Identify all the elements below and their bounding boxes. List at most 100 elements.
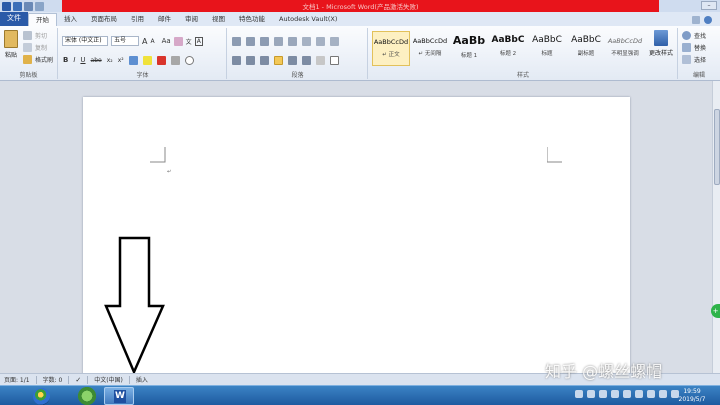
char-shading-icon[interactable] <box>170 55 180 65</box>
tab-page-layout[interactable]: 页面布局 <box>84 13 124 26</box>
bold-button[interactable]: B <box>63 56 68 64</box>
paste-button[interactable]: 粘贴 <box>3 30 19 59</box>
find-button[interactable]: 查找 <box>682 30 706 40</box>
scrollbar-thumb[interactable] <box>714 109 720 185</box>
font-size-combo[interactable]: 五号 <box>111 36 139 46</box>
align-right-icon[interactable] <box>260 55 269 65</box>
tab-mailings[interactable]: 邮件 <box>151 13 178 26</box>
save-icon[interactable] <box>13 1 22 11</box>
character-border-button[interactable]: A <box>194 36 203 46</box>
word-taskbar-button[interactable]: W <box>104 387 134 405</box>
network-icon[interactable] <box>611 390 619 398</box>
font-name-combo[interactable]: 宋体 (中文正) <box>62 36 108 46</box>
superscript-button[interactable]: x² <box>118 57 124 64</box>
style-normal[interactable]: AaBbCcDd ↵ 正文 <box>372 31 410 66</box>
subscript-button[interactable]: x₂ <box>107 57 113 64</box>
help-icon[interactable] <box>704 15 712 24</box>
scissors-icon <box>23 30 32 40</box>
tab-file[interactable]: 文件 <box>0 12 28 26</box>
tray-icon[interactable] <box>587 390 595 398</box>
shrink-font-button[interactable]: A <box>150 38 154 45</box>
clipboard-group-label: 剪贴板 <box>19 72 38 79</box>
paragraph-group: 段落 <box>228 28 368 79</box>
style-sample: AaBbCcDd <box>412 37 448 45</box>
align-left-icon[interactable] <box>232 55 241 65</box>
browser-taskbar-icon[interactable] <box>75 387 99 405</box>
replace-label: 替换 <box>694 44 707 52</box>
tab-references[interactable]: 引用 <box>124 13 151 26</box>
change-styles-button[interactable]: 更改样式 <box>646 30 676 57</box>
clear-format-icon[interactable] <box>173 36 183 46</box>
tray-icon[interactable] <box>647 390 655 398</box>
page-count[interactable]: 页面: 1/1 <box>4 375 30 384</box>
style-sample: AaBbCcDd <box>607 37 643 45</box>
tab-special-features[interactable]: 特色功能 <box>232 13 272 26</box>
select-button[interactable]: 选择 <box>682 54 706 64</box>
cut-button[interactable]: 剪切 <box>23 30 47 40</box>
status-separator <box>68 375 70 384</box>
change-case-button[interactable]: Aa <box>162 37 171 45</box>
style-sample: AaBbCcDd <box>373 38 409 46</box>
style-heading-2[interactable]: AaBbC 标题 2 <box>489 31 527 66</box>
language-indicator[interactable]: 中文(中国) <box>94 375 123 384</box>
proofing-icon[interactable]: ✓ <box>75 376 81 384</box>
shading-icon[interactable] <box>316 55 325 65</box>
copy-button[interactable]: 复制 <box>23 42 47 52</box>
redo-icon[interactable] <box>35 1 44 11</box>
tray-icon[interactable] <box>575 390 583 398</box>
vertical-scrollbar[interactable] <box>712 81 720 373</box>
style-title[interactable]: AaBbC 标题 <box>528 31 566 66</box>
volume-icon[interactable] <box>623 390 631 398</box>
tab-autodesk-vault[interactable]: Autodesk Vault(X) <box>272 13 344 26</box>
minimize-ribbon-icon[interactable] <box>692 15 700 24</box>
bullets-icon[interactable] <box>232 36 241 46</box>
start-button-icon[interactable] <box>33 388 50 405</box>
title-bar: 文档1 - Microsoft Word(产品激活失败) – <box>0 0 720 12</box>
undo-icon[interactable] <box>24 1 33 11</box>
align-center-icon[interactable] <box>246 55 255 65</box>
highlight-icon[interactable] <box>142 55 152 65</box>
tray-icon[interactable] <box>659 390 667 398</box>
floating-green-button[interactable]: + <box>711 304 720 318</box>
multilevel-list-icon[interactable] <box>260 36 269 46</box>
tab-insert[interactable]: 插入 <box>57 13 84 26</box>
minimize-button[interactable]: – <box>701 1 717 10</box>
tray-icon[interactable] <box>599 390 607 398</box>
tab-review[interactable]: 审阅 <box>178 13 205 26</box>
insert-mode[interactable]: 插入 <box>136 375 148 384</box>
input-method-icon[interactable] <box>635 390 643 398</box>
italic-button[interactable]: I <box>73 56 75 64</box>
style-subtitle[interactable]: AaBbC 副标题 <box>567 31 605 66</box>
line-spacing-icon[interactable] <box>302 55 311 65</box>
show-marks-icon[interactable] <box>330 36 339 46</box>
text-effects-icon[interactable] <box>128 55 138 65</box>
underline-button[interactable]: U <box>80 56 85 64</box>
style-heading-1[interactable]: AaBb 标题 1 <box>450 31 488 66</box>
style-no-spacing[interactable]: AaBbCcDd ↵ 无间隔 <box>411 31 449 66</box>
word-count[interactable]: 字数: 0 <box>43 375 63 384</box>
increase-indent-icon[interactable] <box>288 36 297 46</box>
tab-view[interactable]: 视图 <box>205 13 232 26</box>
text-cursor: ↵ <box>167 169 172 175</box>
word-app-icon[interactable] <box>2 1 11 11</box>
grow-font-button[interactable]: A <box>142 37 147 46</box>
phonetic-guide-button[interactable]: 文 <box>186 37 192 46</box>
distributed-icon[interactable] <box>288 55 297 65</box>
justify-icon[interactable] <box>274 55 283 65</box>
borders-icon[interactable] <box>330 55 339 65</box>
sort-icon[interactable] <box>316 36 325 46</box>
enclose-char-icon[interactable] <box>184 55 194 65</box>
chinese-layout-icon[interactable] <box>302 36 311 46</box>
style-subtle-emphasis[interactable]: AaBbCcDd 不明显强调 <box>606 31 644 66</box>
tab-home[interactable]: 开始 <box>28 13 57 26</box>
decrease-indent-icon[interactable] <box>274 36 283 46</box>
clock[interactable]: 19:59 2019/5/7 <box>670 388 714 404</box>
replace-button[interactable]: 替换 <box>682 42 706 52</box>
font-color-icon[interactable] <box>156 55 166 65</box>
ribbon: 粘贴 剪切 复制 格式刷 剪贴板 宋体 (中文正) 五号 A A Aa 文 A … <box>0 26 720 81</box>
strikethrough-button[interactable]: abe <box>91 57 102 64</box>
copy-label: 复制 <box>35 44 48 52</box>
format-painter-button[interactable]: 格式刷 <box>23 54 53 64</box>
style-name: 标题 <box>541 51 553 57</box>
numbering-icon[interactable] <box>246 36 255 46</box>
